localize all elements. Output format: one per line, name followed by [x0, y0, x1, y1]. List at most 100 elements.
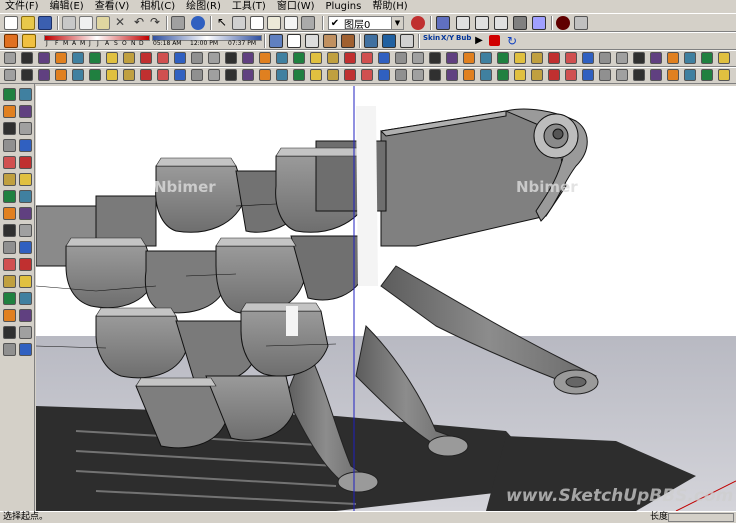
- extrude-icon[interactable]: [259, 52, 271, 64]
- offset-icon[interactable]: [667, 69, 679, 81]
- face-tool-icon[interactable]: [225, 52, 237, 64]
- edges-icon[interactable]: [400, 34, 414, 48]
- zoom-extents-icon[interactable]: [3, 309, 16, 322]
- polygon-icon[interactable]: [3, 156, 16, 169]
- shadows-icon[interactable]: [556, 16, 570, 30]
- top-view-icon[interactable]: [456, 16, 470, 30]
- line-tool-icon[interactable]: [157, 52, 169, 64]
- edge-tool-icon[interactable]: [208, 52, 220, 64]
- eraser-icon[interactable]: [19, 88, 32, 101]
- make-component-icon[interactable]: [232, 16, 246, 30]
- rect-tool-icon[interactable]: [276, 69, 288, 81]
- hidden-line-icon[interactable]: [305, 34, 319, 48]
- xray-icon[interactable]: [269, 34, 283, 48]
- skin-button[interactable]: Skin: [423, 34, 440, 42]
- follow-me-icon[interactable]: [327, 69, 339, 81]
- follow-me-icon[interactable]: [55, 69, 67, 81]
- follow-me-icon[interactable]: [191, 69, 203, 81]
- paint-bucket-icon[interactable]: [3, 105, 16, 118]
- line-icon[interactable]: [19, 122, 32, 135]
- offset-icon[interactable]: [531, 69, 543, 81]
- face-tool-icon[interactable]: [633, 52, 645, 64]
- arc-tool-icon[interactable]: [412, 52, 424, 64]
- select-tool-icon[interactable]: ↖: [215, 16, 229, 30]
- group-icon[interactable]: [267, 16, 281, 30]
- line-tool-icon[interactable]: [293, 52, 305, 64]
- circle-icon[interactable]: [3, 139, 16, 152]
- edge-tool-icon[interactable]: [344, 52, 356, 64]
- dimension-icon[interactable]: [19, 224, 32, 237]
- scale-icon[interactable]: [616, 69, 628, 81]
- round-corner-icon[interactable]: [497, 69, 509, 81]
- pencil-icon[interactable]: [718, 52, 730, 64]
- scale-icon[interactable]: [208, 69, 220, 81]
- rect-tool-icon[interactable]: [140, 69, 152, 81]
- face-tool-icon[interactable]: [89, 52, 101, 64]
- scale-icon[interactable]: [480, 69, 492, 81]
- redo-icon[interactable]: ↷: [148, 16, 162, 30]
- component-icon[interactable]: [301, 16, 315, 30]
- layer-manager-icon[interactable]: [411, 16, 425, 30]
- position-camera-icon[interactable]: [3, 326, 16, 339]
- fillet-icon[interactable]: [378, 52, 390, 64]
- freehand-icon[interactable]: [19, 156, 32, 169]
- tape-measure-icon[interactable]: [3, 224, 16, 237]
- print-icon[interactable]: [171, 16, 185, 30]
- extrude-icon[interactable]: [123, 52, 135, 64]
- shadow-settings-icon[interactable]: [4, 34, 18, 48]
- push-pull-icon[interactable]: [242, 69, 254, 81]
- menu-window[interactable]: 窗口(W): [272, 0, 321, 13]
- new-file-icon[interactable]: [4, 16, 18, 30]
- model-viewport[interactable]: Nbimer Nbimer www.SketchUpBBS.com: [36, 86, 736, 511]
- menu-draw[interactable]: 绘图(R): [181, 0, 227, 13]
- axes-icon[interactable]: [3, 258, 16, 271]
- line-tool-icon[interactable]: [429, 52, 441, 64]
- look-around-icon[interactable]: [3, 343, 16, 356]
- pencil-icon[interactable]: [446, 52, 458, 64]
- cube-icon[interactable]: [38, 69, 50, 81]
- cut-icon[interactable]: [62, 16, 76, 30]
- section-plane-icon[interactable]: [19, 343, 32, 356]
- box-icon[interactable]: [21, 69, 33, 81]
- copy-icon[interactable]: [79, 16, 93, 30]
- 3d-text-icon[interactable]: [19, 258, 32, 271]
- box-icon[interactable]: [429, 69, 441, 81]
- round-corner-icon[interactable]: [225, 69, 237, 81]
- rect-tool-icon[interactable]: [684, 69, 696, 81]
- monochrome-icon[interactable]: [382, 34, 396, 48]
- push-pull-icon[interactable]: [19, 173, 32, 186]
- menu-camera[interactable]: 相机(C): [135, 0, 181, 13]
- edge-tool-icon[interactable]: [72, 52, 84, 64]
- cube-icon[interactable]: [446, 69, 458, 81]
- edge-tool-icon[interactable]: [616, 52, 628, 64]
- follow-me-icon[interactable]: [19, 190, 32, 203]
- line-tool-icon[interactable]: [565, 52, 577, 64]
- refresh-icon[interactable]: ↻: [505, 34, 519, 48]
- plugin-icon[interactable]: [463, 52, 475, 64]
- text-icon[interactable]: [19, 241, 32, 254]
- cube-icon[interactable]: [310, 69, 322, 81]
- face-tool-icon[interactable]: [361, 52, 373, 64]
- arc-tool-icon[interactable]: [684, 52, 696, 64]
- offset-icon[interactable]: [259, 69, 271, 81]
- extrude-icon[interactable]: [667, 52, 679, 64]
- play-icon[interactable]: ▶: [472, 34, 486, 48]
- rect-tool-icon[interactable]: [548, 69, 560, 81]
- round-corner-icon[interactable]: [89, 69, 101, 81]
- pencil-icon[interactable]: [174, 52, 186, 64]
- zoom-icon[interactable]: [3, 292, 16, 305]
- menu-help[interactable]: 帮助(H): [367, 0, 413, 13]
- scale-icon[interactable]: [3, 207, 16, 220]
- round-corner-icon[interactable]: [633, 69, 645, 81]
- previous-view-icon[interactable]: [19, 309, 32, 322]
- photomatch-icon[interactable]: [574, 16, 588, 30]
- box-icon[interactable]: [293, 69, 305, 81]
- plugin-icon[interactable]: [55, 52, 67, 64]
- push-pull-icon[interactable]: [378, 69, 390, 81]
- plugin-icon[interactable]: [191, 52, 203, 64]
- pencil-icon[interactable]: [310, 52, 322, 64]
- xyz-button[interactable]: X/Y: [441, 34, 454, 42]
- select-icon[interactable]: [3, 88, 16, 101]
- extrude-icon[interactable]: [395, 52, 407, 64]
- offset-icon[interactable]: [19, 207, 32, 220]
